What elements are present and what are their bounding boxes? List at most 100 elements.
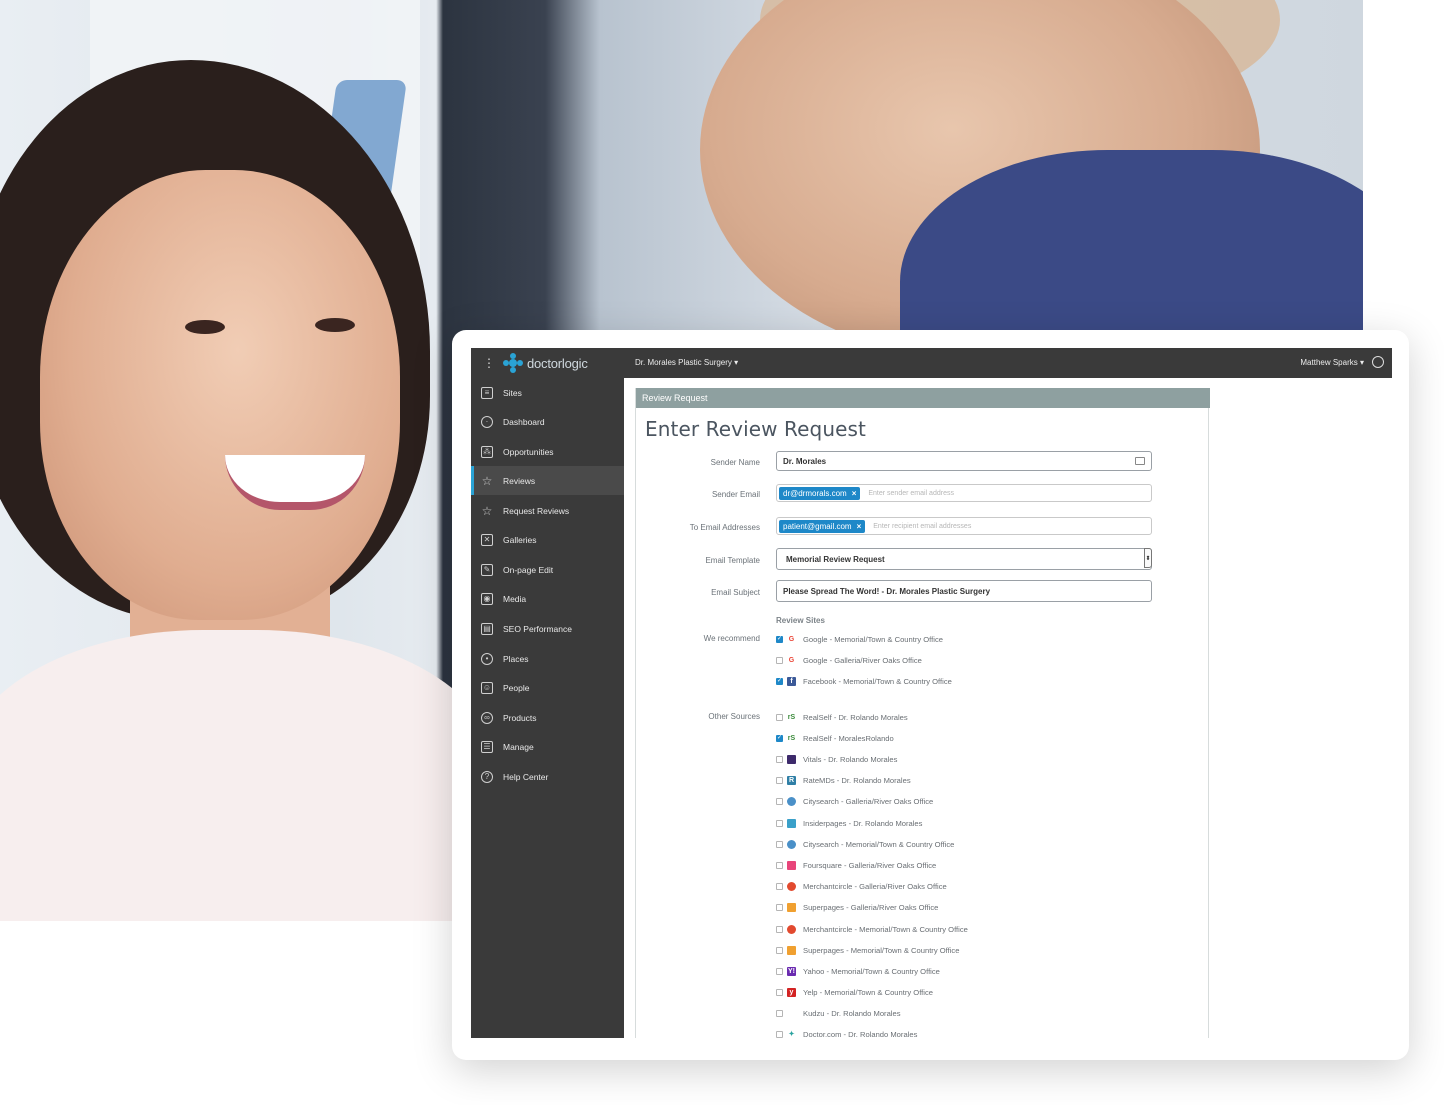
user-menu[interactable]: Matthew Sparks ▾ [1300, 358, 1364, 367]
other-sources-label: Other Sources [708, 712, 760, 721]
merchantcircle-icon [787, 881, 796, 891]
checkbox[interactable] [776, 903, 783, 911]
email-template-label: Email Template [705, 556, 760, 565]
review-site-option[interactable]: Merchantcircle - Galleria/River Oaks Off… [776, 879, 947, 893]
logo[interactable]: doctorlogic [503, 353, 588, 373]
star-icon: ☆ [481, 473, 493, 488]
checkbox[interactable] [776, 861, 783, 869]
ratemds-icon: R [787, 775, 796, 785]
review-site-option[interactable]: Citysearch - Galleria/River Oaks Office [776, 794, 933, 808]
google-icon: G [788, 635, 795, 643]
review-site-option[interactable]: Merchantcircle - Memorial/Town & Country… [776, 922, 968, 936]
review-site-label: Citysearch - Memorial/Town & Country Off… [803, 839, 955, 849]
review-site-option[interactable]: ✦ Doctor.com - Dr. Rolando Morales [776, 1027, 917, 1038]
sender-email-tag[interactable]: dr@drmorals.com × [779, 486, 861, 500]
review-site-label: RealSelf - Dr. Rolando Morales [803, 712, 908, 722]
sidebar: ≡ Sites · Dashboard ⁂ Opportunities ☆ Re… [471, 378, 624, 1038]
remove-tag-icon[interactable]: × [857, 522, 862, 531]
checkbox-checked[interactable]: ✓ [776, 677, 783, 685]
review-site-option[interactable]: Y! Yahoo - Memorial/Town & Country Offic… [776, 964, 940, 978]
checkbox[interactable] [776, 946, 783, 954]
email-subject-value: Please Spread The Word! - Dr. Morales Pl… [783, 586, 991, 596]
app-screenshot-card: ⋮ doctorlogic Dr. Morales Plastic Surger… [452, 330, 1409, 1060]
sidebar-item-label: Places [503, 653, 529, 664]
review-site-option[interactable]: ✓ rS RealSelf - MoralesRolando [776, 731, 894, 745]
realself-icon: rS [787, 713, 796, 721]
to-email-label: To Email Addresses [689, 523, 760, 532]
sidebar-item-sites[interactable]: ≡ Sites [471, 378, 624, 407]
to-email-field[interactable]: patient@gmail.com × Enter recipient emai… [776, 517, 1152, 535]
review-site-option[interactable]: Kudzu - Dr. Rolando Morales [776, 1006, 901, 1020]
sidebar-item-seo-performance[interactable]: ▤ SEO Performance [471, 614, 624, 643]
review-site-option[interactable]: rS RealSelf - Dr. Rolando Morales [776, 710, 908, 724]
practice-selector[interactable]: Dr. Morales Plastic Surgery ▾ [635, 358, 738, 367]
sidebar-item-people[interactable]: ☺ People [471, 673, 624, 702]
checkbox[interactable] [776, 840, 783, 848]
dashboard-icon: · [481, 415, 493, 428]
checkbox[interactable] [776, 967, 783, 975]
checkbox[interactable] [776, 1009, 783, 1017]
checkbox[interactable] [776, 797, 783, 805]
checkbox-checked[interactable]: ✓ [776, 734, 783, 742]
kudzu-icon [787, 1009, 796, 1018]
review-site-option[interactable]: Vitals - Dr. Rolando Morales [776, 752, 897, 766]
menu-kebab-icon[interactable]: ⋮ [483, 355, 495, 371]
review-site-label: RateMDs - Dr. Rolando Morales [803, 775, 911, 785]
sliders-icon: ☰ [481, 740, 493, 753]
checkbox[interactable] [776, 656, 783, 664]
sidebar-item-media[interactable]: ◉ Media [471, 584, 624, 613]
review-site-option[interactable]: ✓ G Google - Memorial/Town & Country Off… [776, 632, 943, 646]
sidebar-item-opportunities[interactable]: ⁂ Opportunities [471, 437, 624, 466]
sender-name-field[interactable]: Dr. Morales [776, 451, 1152, 471]
to-email-tag[interactable]: patient@gmail.com × [779, 519, 866, 533]
sidebar-item-on-page-edit[interactable]: ✎ On-page Edit [471, 555, 624, 584]
chevron-down-icon: ▾ [734, 358, 739, 367]
sidebar-item-label: People [503, 682, 530, 693]
checkbox[interactable] [776, 1030, 783, 1038]
review-site-option[interactable]: y Yelp - Memorial/Town & Country Office [776, 985, 933, 999]
review-site-option[interactable]: Insiderpages - Dr. Rolando Morales [776, 816, 922, 830]
review-site-label: Google - Galleria/River Oaks Office [803, 655, 922, 665]
checkbox[interactable] [776, 988, 783, 996]
review-site-option[interactable]: Citysearch - Memorial/Town & Country Off… [776, 837, 954, 851]
review-site-option[interactable]: Foursquare - Galleria/River Oaks Office [776, 858, 936, 872]
photo-patient-eye [185, 320, 225, 334]
to-email-tag-text: patient@gmail.com [783, 521, 852, 531]
sender-email-field[interactable]: dr@drmorals.com × Enter sender email add… [776, 484, 1152, 502]
email-template-select[interactable]: Memorial Review Request ⬍ [776, 548, 1152, 570]
main-content: Review Request Enter Review Request Send… [624, 378, 1392, 1038]
sidebar-item-help-center[interactable]: ? Help Center [471, 762, 624, 791]
checkbox[interactable] [776, 776, 783, 784]
email-subject-label: Email Subject [711, 588, 760, 597]
sidebar-item-manage[interactable]: ☰ Manage [471, 732, 624, 761]
remove-tag-icon[interactable]: × [852, 489, 857, 498]
sidebar-item-request-reviews[interactable]: ☆ Request Reviews [471, 496, 624, 525]
checkbox[interactable] [776, 713, 783, 721]
checkbox-checked[interactable]: ✓ [776, 635, 783, 643]
review-site-option[interactable]: Superpages - Memorial/Town & Country Off… [776, 943, 959, 957]
sidebar-item-reviews[interactable]: ☆ Reviews [471, 466, 624, 495]
checkbox[interactable] [776, 819, 783, 827]
review-site-label: Merchantcircle - Galleria/River Oaks Off… [803, 881, 947, 891]
review-site-option[interactable]: R RateMDs - Dr. Rolando Morales [776, 773, 911, 787]
review-site-option[interactable]: ✓ f Facebook - Memorial/Town & Country O… [776, 674, 952, 688]
sidebar-item-label: Reviews [503, 475, 536, 486]
sidebar-item-products[interactable]: ∞ Products [471, 703, 624, 732]
review-site-option[interactable]: Superpages - Galleria/River Oaks Office [776, 900, 938, 914]
galleries-icon: ✕ [481, 533, 493, 546]
email-subject-field[interactable]: Please Spread The Word! - Dr. Morales Pl… [776, 580, 1152, 602]
people-icon: ☺ [481, 681, 493, 694]
sidebar-item-places[interactable]: • Places [471, 644, 624, 673]
checkbox[interactable] [776, 882, 783, 890]
checkbox[interactable] [776, 925, 783, 933]
photo-patient-face [40, 170, 400, 620]
user-avatar-icon[interactable] [1372, 356, 1384, 368]
checkbox[interactable] [776, 755, 783, 763]
sidebar-item-dashboard[interactable]: · Dashboard [471, 407, 624, 436]
sender-email-placeholder: Enter sender email address [868, 489, 954, 497]
star-icon: ☆ [481, 503, 493, 518]
sidebar-item-galleries[interactable]: ✕ Galleries [471, 525, 624, 554]
help-icon: ? [481, 770, 493, 783]
user-name: Matthew Sparks [1300, 358, 1358, 367]
review-site-option[interactable]: G Google - Galleria/River Oaks Office [776, 653, 922, 667]
